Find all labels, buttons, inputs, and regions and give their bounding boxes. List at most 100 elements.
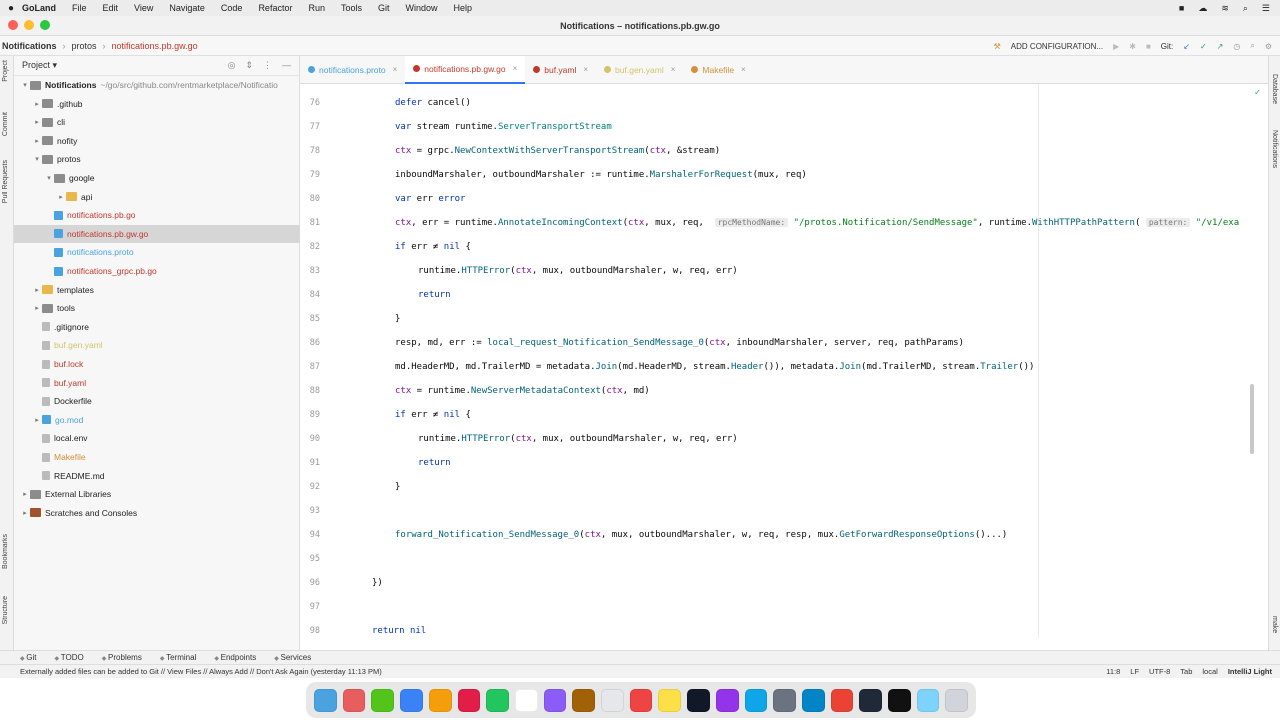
tree-item[interactable]: notifications_grpc.pb.go <box>14 262 300 280</box>
menu-code[interactable]: Code <box>221 3 243 13</box>
dock-app-icon[interactable] <box>371 688 395 712</box>
hammer-icon[interactable]: ⚒ <box>994 42 1001 51</box>
editor-tab[interactable]: notifications.proto × <box>300 56 405 84</box>
make-tool-button[interactable]: make <box>1271 616 1278 633</box>
menu-file[interactable]: File <box>72 3 87 13</box>
editor-tab[interactable]: buf.gen.yaml × <box>596 56 683 84</box>
tool-window-problems[interactable]: ◆ Problems <box>102 653 142 662</box>
stop-icon[interactable]: ■ <box>1146 42 1151 51</box>
chevron-right-icon[interactable]: ▸ <box>32 137 42 145</box>
close-tab-icon[interactable]: × <box>393 65 398 74</box>
search-everywhere-icon[interactable]: ⌕ <box>1250 41 1254 51</box>
chevron-right-icon[interactable]: ▸ <box>32 286 42 294</box>
wifi-icon[interactable]: ≋ <box>1221 3 1229 14</box>
menu-navigate[interactable]: Navigate <box>169 3 205 13</box>
tree-item[interactable]: notifications.pb.go <box>14 206 300 224</box>
git-update-icon[interactable]: ↙ <box>1183 42 1190 51</box>
chevron-right-icon[interactable]: ▸ <box>32 416 42 424</box>
collapse-all-icon[interactable]: ⇕ <box>245 60 253 71</box>
close-tab-icon[interactable]: × <box>671 65 676 74</box>
apple-icon[interactable]: ● <box>0 3 22 14</box>
dock-app-icon[interactable] <box>859 688 883 712</box>
menu-help[interactable]: Help <box>454 3 473 13</box>
dock-app-icon[interactable] <box>888 688 911 712</box>
dock-app-icon[interactable] <box>400 688 423 712</box>
menu-tools[interactable]: Tools <box>341 3 362 13</box>
debug-icon[interactable]: ✱ <box>1129 42 1136 51</box>
tree-item[interactable]: ▸ External Libraries <box>14 485 300 503</box>
tool-window-todo[interactable]: ◆ TODO <box>55 653 84 662</box>
editor-scrollbar[interactable] <box>1250 384 1254 454</box>
dock-app-icon[interactable] <box>572 688 596 712</box>
git-push-icon[interactable]: ↗ <box>1217 42 1224 51</box>
tree-item[interactable]: ▾ Notifications ~/go/src/github.com/rentma… <box>14 76 300 94</box>
dock-app-icon[interactable] <box>658 688 682 712</box>
dock-app-icon[interactable] <box>342 688 366 712</box>
tree-item[interactable]: ▸ go.mod <box>14 411 300 429</box>
dock-app-icon[interactable] <box>629 688 653 712</box>
tree-item[interactable]: notifications.pb.gw.go <box>14 224 300 243</box>
tree-item[interactable]: ▾ protos <box>14 150 300 168</box>
control-center-icon[interactable]: ☰ <box>1262 3 1270 14</box>
database-tool-button[interactable]: Database <box>1271 74 1278 104</box>
history-icon[interactable]: ◷ <box>1233 42 1240 51</box>
breadcrumb-file[interactable]: notifications.pb.gw.go <box>112 41 198 51</box>
hide-panel-icon[interactable]: — <box>282 60 291 71</box>
dock-app-icon[interactable] <box>801 688 825 712</box>
dock-app-icon[interactable] <box>945 688 969 712</box>
menu-edit[interactable]: Edit <box>103 3 119 13</box>
dock-app-icon[interactable] <box>601 688 624 712</box>
indent-setting[interactable]: Tab <box>1180 667 1192 676</box>
tree-item[interactable]: local.env <box>14 429 300 447</box>
file-encoding[interactable]: UTF-8 <box>1149 667 1170 676</box>
dock-app-icon[interactable] <box>514 688 538 712</box>
tree-item[interactable]: buf.lock <box>14 355 300 373</box>
tree-item[interactable]: ▸ .github <box>14 95 300 113</box>
structure-tool-button[interactable]: Structure <box>2 596 9 624</box>
chevron-down-icon[interactable]: ▾ <box>20 81 30 89</box>
tree-item[interactable]: Dockerfile <box>14 392 300 410</box>
chevron-right-icon[interactable]: ▸ <box>20 509 30 517</box>
tool-window-terminal[interactable]: ◆ Terminal <box>160 653 197 662</box>
editor-tab[interactable]: Makefile × <box>683 56 753 84</box>
search-icon[interactable]: ⌕ <box>1243 3 1248 14</box>
options-icon[interactable]: ⋮ <box>263 60 272 71</box>
dock-app-icon[interactable] <box>457 688 481 712</box>
zoom-window-button[interactable] <box>40 20 50 30</box>
tool-window-endpoints[interactable]: ◆ Endpoints <box>214 653 256 662</box>
dock-app-icon[interactable] <box>687 688 710 712</box>
tree-item[interactable]: .gitignore <box>14 318 300 336</box>
tree-item[interactable]: notifications.proto <box>14 243 300 261</box>
inspection-ok-icon[interactable]: ✓ <box>1255 88 1260 98</box>
chevron-down-icon[interactable]: ▾ <box>32 155 42 163</box>
run-icon[interactable]: ▶ <box>1113 42 1119 51</box>
settings-icon[interactable]: ⚙ <box>1265 42 1272 51</box>
project-view-selector[interactable]: Project ▾ <box>22 60 57 71</box>
dock-app-icon[interactable] <box>916 688 940 712</box>
tree-item[interactable]: buf.yaml <box>14 374 300 392</box>
dock-app-icon[interactable] <box>830 688 854 712</box>
pull-requests-tool-button[interactable]: Pull Requests <box>2 160 9 203</box>
tree-item[interactable]: ▾ google <box>14 169 300 187</box>
chevron-right-icon[interactable]: ▸ <box>32 118 42 126</box>
breadcrumb-project[interactable]: Notifications <box>2 41 57 51</box>
dock-app-icon[interactable] <box>773 688 796 712</box>
locate-icon[interactable]: ◎ <box>228 60 236 71</box>
menu-refactor[interactable]: Refactor <box>258 3 292 13</box>
commit-tool-button[interactable]: Commit <box>2 112 9 136</box>
menu-run[interactable]: Run <box>308 3 325 13</box>
breadcrumb-folder[interactable]: protos <box>72 41 97 51</box>
line-separator[interactable]: LF <box>1130 667 1139 676</box>
minimize-window-button[interactable] <box>24 20 34 30</box>
add-configuration-button[interactable]: ADD CONFIGURATION... <box>1011 42 1103 51</box>
tree-item[interactable]: ▸ Scratches and Consoles <box>14 504 300 522</box>
tool-window-git[interactable]: ◆ Git <box>20 653 37 662</box>
chevron-right-icon[interactable]: ▸ <box>32 304 42 312</box>
chevron-down-icon[interactable]: ▾ <box>44 174 54 182</box>
tree-item[interactable]: ▸ nofity <box>14 132 300 150</box>
git-commit-icon[interactable]: ✓ <box>1200 42 1207 51</box>
notifications-tool-button[interactable]: Notifications <box>1271 130 1278 168</box>
dock-app-icon[interactable] <box>486 688 509 712</box>
dock-app-icon[interactable] <box>744 688 768 712</box>
record-icon[interactable]: ■ <box>1179 3 1184 13</box>
